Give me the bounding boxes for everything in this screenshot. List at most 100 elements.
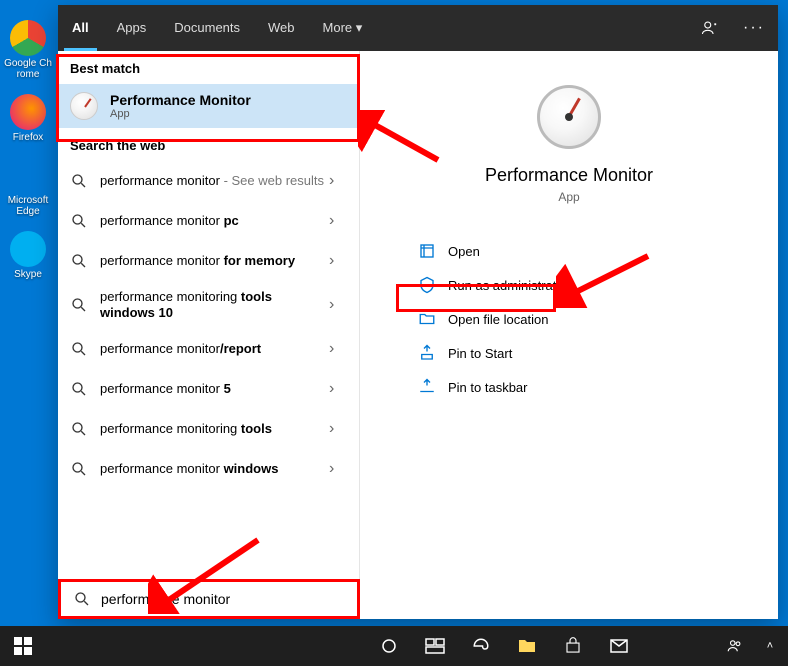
- web-result-text: performance monitor 5: [100, 381, 329, 397]
- desktop-icon-skype[interactable]: Skype: [4, 231, 52, 280]
- action-pin-start[interactable]: Pin to Start: [414, 336, 724, 370]
- web-result-item[interactable]: performance monitor/report ›: [58, 329, 359, 369]
- search-results-column: Best match Performance Monitor App Searc…: [58, 5, 360, 619]
- desktop-icon-label: Skype: [4, 269, 52, 280]
- chevron-right-icon: ›: [329, 212, 347, 230]
- firefox-icon: [10, 94, 46, 130]
- edge-icon: [10, 157, 46, 193]
- web-result-item[interactable]: performance monitor for memory ›: [58, 241, 359, 281]
- system-tray: ˄: [720, 626, 788, 666]
- folder-icon: [418, 310, 436, 328]
- people-icon: [726, 637, 744, 655]
- search-box[interactable]: [58, 579, 360, 619]
- performance-monitor-icon: [70, 92, 98, 120]
- section-header-best-match: Best match: [58, 51, 359, 84]
- cortana-icon: [380, 637, 398, 655]
- taskbar-edge[interactable]: [458, 626, 504, 666]
- tray-overflow[interactable]: ˄: [760, 626, 780, 666]
- chevron-right-icon: ›: [329, 420, 347, 438]
- search-filter-tabs: All Apps Documents Web More ▾ ···: [58, 5, 778, 51]
- search-icon: [70, 212, 88, 230]
- search-icon: [70, 460, 88, 478]
- pin-taskbar-icon: [418, 378, 436, 396]
- search-icon: [73, 590, 91, 608]
- chevron-up-icon: ˄: [767, 640, 773, 652]
- web-result-item[interactable]: performance monitoring tools ›: [58, 409, 359, 449]
- desktop-icon-firefox[interactable]: Firefox: [4, 94, 52, 143]
- action-folder[interactable]: Open file location: [414, 302, 724, 336]
- tab-documents[interactable]: Documents: [160, 5, 254, 51]
- detail-column: Performance Monitor App Open Run as admin…: [360, 5, 778, 619]
- tray-people[interactable]: [720, 626, 750, 666]
- admin-icon: [418, 276, 436, 294]
- start-search-panel: Best match Performance Monitor App Searc…: [58, 5, 778, 619]
- tab-apps[interactable]: Apps: [103, 5, 161, 51]
- web-result-text: performance monitor windows: [100, 461, 329, 477]
- section-header-web: Search the web: [58, 128, 359, 161]
- performance-monitor-large-icon: [537, 85, 601, 149]
- open-icon: [418, 242, 436, 260]
- chevron-right-icon: ›: [329, 340, 347, 358]
- chevron-right-icon: ›: [329, 172, 347, 190]
- action-admin[interactable]: Run as administrator: [414, 268, 724, 302]
- web-result-text: performance monitoring tools: [100, 421, 329, 437]
- desktop-icon-label: Firefox: [4, 132, 52, 143]
- chevron-right-icon: ›: [329, 460, 347, 478]
- web-result-item[interactable]: performance monitor 5 ›: [58, 369, 359, 409]
- search-icon: [70, 252, 88, 270]
- best-match-subtitle: App: [110, 108, 251, 120]
- search-icon: [70, 172, 88, 190]
- search-icon: [70, 420, 88, 438]
- action-label: Open file location: [448, 312, 548, 327]
- taskbar-cortana[interactable]: [366, 626, 412, 666]
- web-result-text: performance monitor/report: [100, 341, 329, 357]
- ellipsis-icon[interactable]: ···: [738, 12, 770, 44]
- search-icon: [70, 296, 88, 314]
- chevron-right-icon: ›: [329, 380, 347, 398]
- feedback-icon[interactable]: [694, 12, 726, 44]
- tab-web[interactable]: Web: [254, 5, 309, 51]
- web-result-text: performance monitor for memory: [100, 253, 329, 269]
- web-result-item[interactable]: performance monitor - See web results ›: [58, 161, 359, 201]
- search-input[interactable]: [101, 591, 345, 607]
- action-label: Pin to Start: [448, 346, 512, 361]
- folder-icon: [518, 638, 536, 654]
- search-icon: [70, 380, 88, 398]
- action-label: Run as administrator: [448, 278, 568, 293]
- desktop-icon-label: Google Chrome: [4, 58, 52, 80]
- action-pin-taskbar[interactable]: Pin to taskbar: [414, 370, 724, 404]
- taskbar-store[interactable]: [550, 626, 596, 666]
- desktop-icons: Google Chrome Firefox Microsoft Edge Sky…: [4, 20, 54, 294]
- start-button[interactable]: [0, 626, 46, 666]
- chrome-icon: [10, 20, 46, 56]
- best-match-item[interactable]: Performance Monitor App: [58, 84, 359, 128]
- desktop-icon-label: Microsoft Edge: [4, 195, 52, 217]
- action-open[interactable]: Open: [414, 234, 724, 268]
- chevron-right-icon: ›: [329, 252, 347, 270]
- detail-subtitle: App: [390, 190, 748, 204]
- best-match-title: Performance Monitor: [110, 92, 251, 108]
- desktop-icon-chrome[interactable]: Google Chrome: [4, 20, 52, 80]
- taskbar: ˄: [0, 626, 788, 666]
- tab-more-label: More: [323, 20, 353, 35]
- search-icon: [70, 340, 88, 358]
- detail-title: Performance Monitor: [390, 165, 748, 186]
- taskbar-task-view[interactable]: [412, 626, 458, 666]
- web-result-text: performance monitor pc: [100, 213, 329, 229]
- skype-icon: [10, 231, 46, 267]
- tab-all[interactable]: All: [58, 5, 103, 51]
- taskbar-explorer[interactable]: [504, 626, 550, 666]
- web-result-text: performance monitor - See web results: [100, 173, 329, 189]
- web-result-item[interactable]: performance monitor pc ›: [58, 201, 359, 241]
- tab-more[interactable]: More ▾: [309, 5, 377, 51]
- windows-icon: [14, 637, 32, 655]
- pin-start-icon: [418, 344, 436, 362]
- web-result-item[interactable]: performance monitor windows ›: [58, 449, 359, 489]
- store-icon: [564, 637, 582, 655]
- chevron-down-icon: ▾: [356, 20, 363, 35]
- mail-icon: [610, 639, 628, 653]
- web-result-item[interactable]: performance monitoring tools windows 10 …: [58, 281, 359, 329]
- desktop-icon-edge[interactable]: Microsoft Edge: [4, 157, 52, 217]
- web-result-text: performance monitoring tools windows 10: [100, 289, 329, 321]
- taskbar-mail[interactable]: [596, 626, 642, 666]
